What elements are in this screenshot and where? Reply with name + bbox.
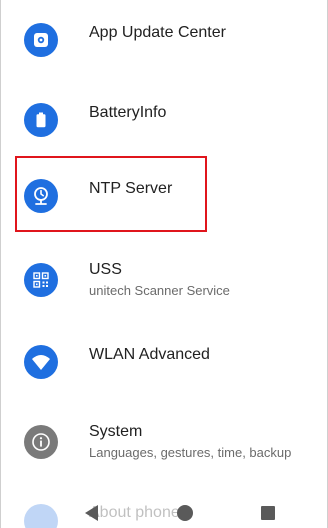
item-title: System xyxy=(89,423,143,440)
phone-icon xyxy=(24,504,58,528)
battery-icon xyxy=(24,103,58,137)
settings-item-uss[interactable]: USS unitech Scanner Service xyxy=(1,254,327,306)
qr-code-icon xyxy=(24,263,58,297)
item-subtitle: unitech Scanner Service xyxy=(89,283,230,298)
settings-item-app-update-center[interactable]: App Update Center xyxy=(1,14,327,66)
info-icon xyxy=(24,425,58,459)
settings-item-wlan-advanced[interactable]: WLAN Advanced xyxy=(1,336,327,388)
item-title: About phone xyxy=(89,504,180,521)
item-title: WLAN Advanced xyxy=(89,346,210,363)
gear-icon xyxy=(24,23,58,57)
item-title: BatteryInfo xyxy=(89,104,167,121)
settings-item-batteryinfo[interactable]: BatteryInfo xyxy=(1,94,327,146)
settings-item-system[interactable]: System Languages, gestures, time, backup xyxy=(1,416,327,468)
item-title: USS xyxy=(89,261,122,278)
recents-icon[interactable] xyxy=(261,506,275,520)
back-icon[interactable] xyxy=(85,505,98,521)
wifi-icon xyxy=(24,345,58,379)
item-subtitle: Languages, gestures, time, backup xyxy=(89,445,292,460)
item-title: App Update Center xyxy=(89,24,226,41)
settings-item-about-phone[interactable]: About phone xyxy=(1,498,327,528)
highlight-box xyxy=(15,156,207,232)
settings-screen: App Update Center BatteryInfo NTP Server… xyxy=(0,0,328,528)
home-icon[interactable] xyxy=(177,505,193,521)
